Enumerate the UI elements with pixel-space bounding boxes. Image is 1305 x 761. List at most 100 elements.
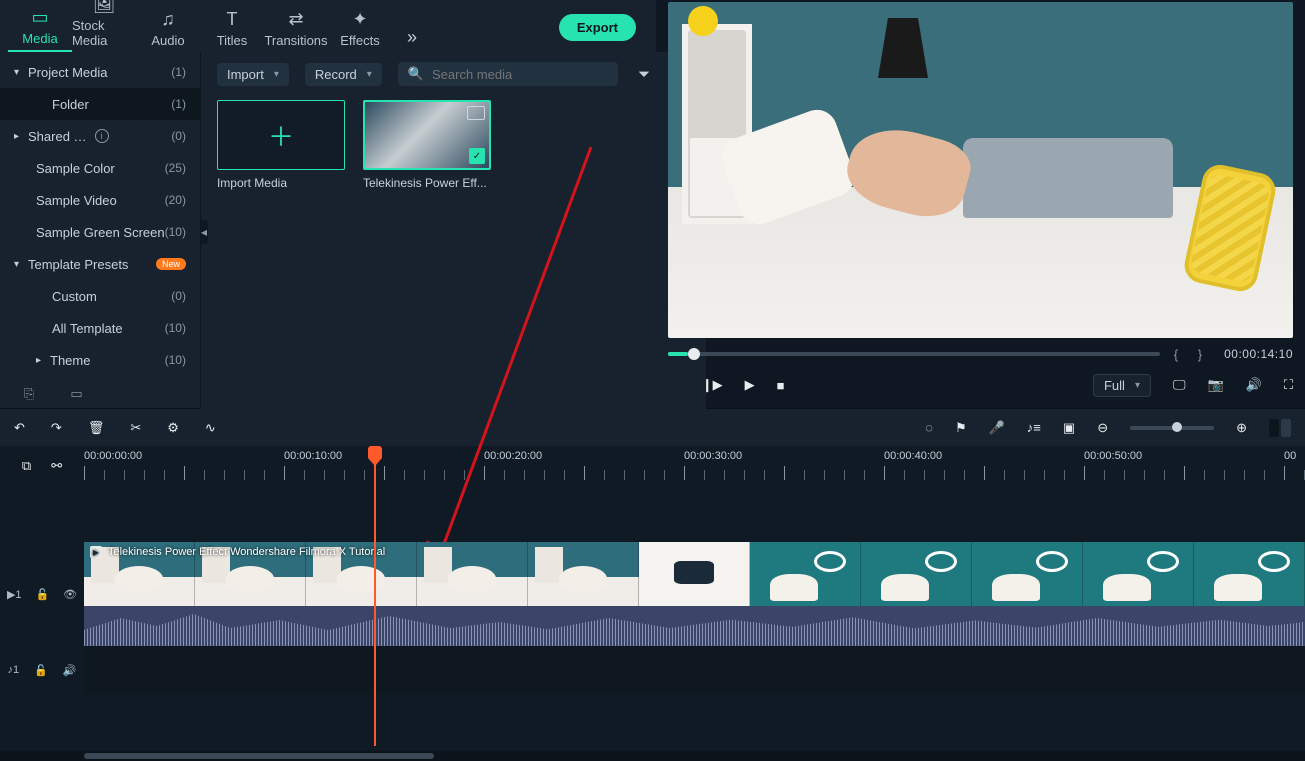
sidebar-item-label: Sample Color — [36, 161, 165, 176]
record-dropdown[interactable]: Record ▾ — [305, 63, 382, 86]
sidebar-item-template-presets[interactable]: ▾ Template Presets New — [0, 248, 200, 280]
tab-label: Effects — [340, 33, 380, 48]
display-on-monitor-icon[interactable]: 🖵 — [1173, 377, 1186, 393]
tab-label: Audio — [151, 33, 184, 48]
video-track-icon: ▶1 — [7, 588, 22, 601]
marker-icon[interactable]: ⚑ — [955, 420, 967, 436]
check-icon: ✓ — [469, 148, 485, 164]
stop-button[interactable]: ■ — [777, 378, 785, 393]
new-folder-icon[interactable]: ⎘ — [24, 386, 34, 402]
sidebar-item-sample-color[interactable]: Sample Color (25) — [0, 152, 200, 184]
audio-adjust-icon[interactable]: ∿ — [205, 420, 216, 436]
mute-icon[interactable]: 🔊 — [63, 664, 77, 677]
sidebar-item-custom[interactable]: Custom (0) — [0, 280, 200, 312]
timeline-horizontal-scrollbar[interactable] — [0, 751, 1305, 761]
media-clip-tile[interactable]: ✓ Telekinesis Power Eff... — [363, 100, 491, 190]
preview-prop-can — [1181, 162, 1278, 295]
sidebar-item-label: All Template — [52, 321, 165, 336]
render-preview-icon[interactable]: ◌ — [925, 420, 933, 435]
tab-audio[interactable]: ♫ Audio — [136, 5, 200, 52]
tile-caption: Import Media — [217, 176, 345, 190]
clip-play-indicator-icon: ▶ — [90, 546, 102, 558]
tab-titles[interactable]: T Titles — [200, 5, 264, 52]
chevron-down-icon: ▾ — [14, 67, 28, 78]
preview-viewport[interactable] — [668, 2, 1293, 338]
sidebar-item-label: Template Presets — [28, 257, 150, 272]
sidebar-item-project-media[interactable]: ▾ Project Media (1) — [0, 56, 200, 88]
folder-icon[interactable]: ▭ — [70, 386, 82, 402]
timeline-match-icon[interactable]: ⧉ — [22, 458, 31, 474]
transition-icon: ⇄ — [288, 9, 303, 29]
timeline-playhead[interactable] — [374, 446, 376, 746]
redo-button[interactable]: ↷ — [51, 420, 62, 436]
sidebar-item-sample-video[interactable]: Sample Video (20) — [0, 184, 200, 216]
tab-effects[interactable]: ✦ Effects — [328, 5, 392, 52]
split-button[interactable]: ✂ — [130, 420, 141, 436]
chevron-right-icon: ▸ — [36, 355, 50, 366]
preview-prop-decor — [688, 6, 718, 36]
plus-icon: ＋ — [268, 117, 294, 154]
collapse-sidebar-handle[interactable]: ◀ — [200, 220, 208, 244]
sidebar-item-folder[interactable]: Folder (1) — [0, 88, 200, 120]
timeline-clip[interactable]: ▶ Telekinesis Power Effect Wondershare F… — [84, 542, 1305, 646]
timeline-view-toggle[interactable] — [1269, 419, 1291, 437]
item-count: (1) — [171, 65, 186, 79]
info-icon[interactable]: i — [95, 129, 109, 143]
audio-mixer-icon[interactable]: ♪≡ — [1027, 420, 1041, 435]
lock-icon[interactable]: 🔓 — [35, 588, 49, 601]
dropdown-label: Record — [315, 67, 357, 82]
audio-track-head[interactable]: ♪1 🔓 🔊 — [0, 646, 84, 694]
zoom-slider[interactable] — [1130, 426, 1214, 430]
adjust-icon[interactable]: ⚙ — [167, 420, 179, 436]
timeline-ruler[interactable]: 00:00:00:00 00:00:10:00 00:00:20:00 00:0… — [84, 446, 1305, 486]
chevrons-right-icon: » — [407, 27, 417, 48]
sidebar-item-shared-media[interactable]: ▸ Shared Media i (0) — [0, 120, 200, 152]
delete-button[interactable]: 🗑 — [88, 420, 105, 436]
ruler-tick: 00 — [1284, 450, 1296, 462]
tabs-more-button[interactable]: » — [396, 22, 428, 52]
sidebar-item-theme[interactable]: ▸ Theme (10) — [0, 344, 200, 376]
sidebar-item-all-template[interactable]: All Template (10) — [0, 312, 200, 344]
chevron-down-icon: ▾ — [274, 69, 279, 80]
chevron-down-icon: ▾ — [1135, 380, 1140, 391]
snapshot-icon[interactable]: 📷 — [1208, 377, 1224, 393]
music-note-icon: ♫ — [161, 9, 175, 29]
zoom-out-button[interactable]: ⊖ — [1097, 420, 1108, 436]
zoom-in-button[interactable]: ⊕ — [1236, 420, 1247, 436]
video-track-head[interactable]: ▶1 🔓 👁 — [0, 542, 84, 646]
tab-transitions[interactable]: ⇄ Transitions — [264, 5, 328, 52]
search-input[interactable] — [432, 67, 608, 82]
dropdown-label: Import — [227, 67, 264, 82]
preview-scrub-bar[interactable] — [668, 352, 1160, 356]
clip-title: Telekinesis Power Effect Wondershare Fil… — [108, 546, 385, 558]
play-button[interactable]: ▶ — [745, 377, 755, 393]
sidebar-item-label: Folder — [52, 97, 171, 112]
ruler-tick: 00:00:30:00 — [684, 450, 742, 462]
import-dropdown[interactable]: Import ▾ — [217, 63, 289, 86]
volume-icon[interactable]: 🔊 — [1246, 377, 1262, 393]
tab-label: Transitions — [264, 33, 327, 48]
preview-quality-dropdown[interactable]: Full ▾ — [1093, 374, 1151, 397]
media-sidebar: ▾ Project Media (1) Folder (1) ▸ Shared … — [0, 52, 201, 412]
lock-icon[interactable]: 🔓 — [34, 664, 48, 677]
export-button[interactable]: Export — [559, 14, 636, 41]
undo-button[interactable]: ↶ — [14, 420, 25, 436]
item-count: (1) — [171, 97, 186, 111]
visibility-icon[interactable]: 👁 — [63, 588, 77, 601]
tab-stock-media[interactable]: 🖼 Stock Media — [72, 0, 136, 52]
voiceover-icon[interactable]: 🎤 — [989, 420, 1005, 436]
filter-icon[interactable]: ⏷ — [634, 66, 654, 83]
preview-timecode: 00:00:14:10 — [1224, 347, 1293, 361]
item-count: (0) — [171, 129, 186, 143]
chevron-right-icon: ▸ — [14, 131, 28, 142]
link-icon[interactable]: ⚯ — [51, 458, 62, 474]
ruler-tick: 00:00:00:00 — [84, 450, 142, 462]
sidebar-item-sample-green-screen[interactable]: Sample Green Screen (10) — [0, 216, 200, 248]
tab-media[interactable]: ▭ Media — [8, 3, 72, 52]
mark-in-out-icons[interactable]: { } — [1174, 347, 1210, 362]
import-media-tile[interactable]: ＋ Import Media — [217, 100, 345, 190]
crop-icon[interactable]: ▣ — [1063, 420, 1075, 436]
search-media-box[interactable]: 🔍 — [398, 62, 618, 86]
sidebar-item-label: Shared Media — [28, 129, 91, 144]
fullscreen-icon[interactable]: ⛶ — [1284, 377, 1293, 393]
